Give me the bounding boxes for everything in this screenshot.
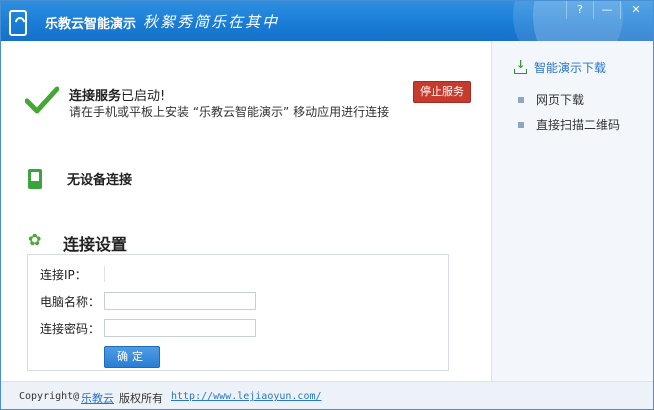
gear-icon: ✿ xyxy=(28,230,42,249)
footer: Copyright@ 乐教云 版权所有 http://www.lejiaoyun… xyxy=(1,381,653,409)
footer-brand-link[interactable]: 乐教云 xyxy=(81,390,114,406)
stop-service-button[interactable]: 停止服务 xyxy=(413,81,471,103)
service-status-label: 连接服务 xyxy=(69,89,122,104)
ip-label: 连接IP： xyxy=(40,268,87,282)
download-title-label: 智能演示下载 xyxy=(534,61,607,75)
settings-panel: 连接IP： 电脑名称： 连接密码： 确定 xyxy=(27,254,449,371)
ip-value xyxy=(104,266,251,282)
sidebar-item-scan-qr[interactable]: 直接扫描二维码 xyxy=(518,116,620,133)
checkmark-icon xyxy=(25,86,59,114)
service-status-state: 已启动! xyxy=(121,89,166,104)
minimize-button[interactable]: — xyxy=(593,1,620,19)
sidebar-item-web-download[interactable]: 网页下载 xyxy=(518,91,584,108)
footer-copyright: Copyright@ xyxy=(19,391,80,402)
device-status-text: 无设备连接 xyxy=(67,173,133,188)
footer-website-link[interactable]: http://www.lejiaoyun.com/ xyxy=(171,391,322,402)
service-status-description: 请在手机或平板上安装 “乐教云智能演示” 移动应用进行连接 xyxy=(69,105,390,119)
app-title: 乐教云智能演示 xyxy=(45,17,137,32)
main-panel: 连接服务已启动! 请在手机或平板上安装 “乐教云智能演示” 移动应用进行连接 停… xyxy=(1,41,491,381)
confirm-button[interactable]: 确定 xyxy=(104,346,160,368)
app-slogan: 秋絮秀简乐在其中 xyxy=(143,13,280,31)
password-input[interactable] xyxy=(104,319,256,337)
window-controls: ? — ✕ xyxy=(566,1,651,19)
app-window: 乐教云智能演示 秋絮秀简乐在其中 ? — ✕ 连接服务已启动! 请在手机或平板上… xyxy=(0,0,654,410)
app-logo-icon xyxy=(9,10,27,36)
computer-name-label: 电脑名称： xyxy=(40,295,101,309)
password-label: 连接密码： xyxy=(40,322,101,336)
footer-rights: 版权所有 xyxy=(119,392,163,405)
download-icon xyxy=(514,58,527,74)
service-status-title: 连接服务已启动! xyxy=(69,85,165,104)
title-bar[interactable]: 乐教云智能演示 秋絮秀简乐在其中 ? — ✕ xyxy=(1,1,653,91)
device-icon xyxy=(28,169,42,189)
bullet-icon xyxy=(518,121,524,128)
sidebar: 智能演示下载 网页下载 直接扫描二维码 xyxy=(491,41,653,381)
settings-title: 连接设置 xyxy=(63,235,128,254)
computer-name-input[interactable] xyxy=(104,292,256,310)
sidebar-item-label: 直接扫描二维码 xyxy=(536,118,621,132)
sidebar-item-label: 网页下载 xyxy=(536,93,585,107)
help-button[interactable]: ? xyxy=(566,1,593,19)
download-section-title[interactable]: 智能演示下载 xyxy=(514,58,607,76)
close-button[interactable]: ✕ xyxy=(620,1,651,19)
bullet-icon xyxy=(518,96,524,103)
